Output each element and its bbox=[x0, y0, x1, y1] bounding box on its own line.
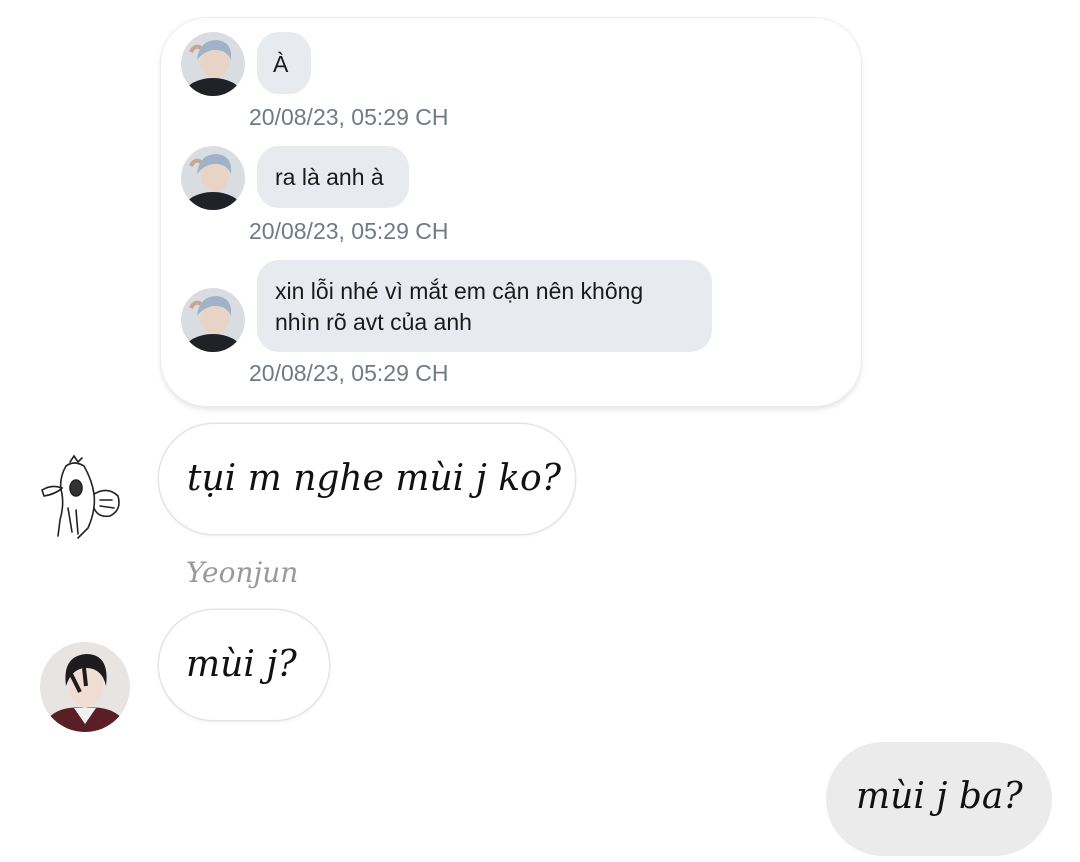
message-text: mùi j ba? bbox=[856, 776, 1023, 817]
quoted-message-bubble: xin lỗi nhé vì mắt em cận nên không nhìn… bbox=[257, 260, 712, 352]
avatar[interactable] bbox=[181, 32, 245, 96]
quoted-message-text: ra là anh à bbox=[275, 164, 384, 190]
message-text: mùi j? bbox=[186, 644, 297, 685]
sketch-avatar[interactable] bbox=[38, 450, 130, 542]
quoted-message-card: À 20/08/23, 05:29 CH ra là anh à 20/08/2… bbox=[161, 18, 861, 406]
quoted-message-text-line: xin lỗi nhé vì mắt em cận nên không bbox=[275, 278, 644, 304]
avatar[interactable] bbox=[181, 146, 245, 210]
quoted-message-bubble: ra là anh à bbox=[257, 146, 409, 208]
timestamp: 20/08/23, 05:29 CH bbox=[249, 104, 449, 130]
sender-name[interactable]: Yeonjun bbox=[186, 556, 298, 589]
quoted-message-text: À bbox=[273, 51, 289, 77]
avatar[interactable] bbox=[40, 642, 130, 732]
quoted-message-bubble: À bbox=[257, 32, 311, 94]
message-bubble: tụi m nghe mùi j ko? bbox=[159, 424, 575, 534]
timestamp: 20/08/23, 05:29 CH bbox=[249, 218, 449, 244]
quoted-message-text-line: nhìn rõ avt của anh bbox=[275, 309, 472, 335]
timestamp: 20/08/23, 05:29 CH bbox=[249, 360, 449, 386]
outgoing-message-bubble: mùi j ba? bbox=[826, 742, 1052, 856]
message-text: tụi m nghe mùi j ko? bbox=[187, 458, 562, 499]
message-bubble: mùi j? bbox=[159, 610, 329, 720]
avatar[interactable] bbox=[181, 288, 245, 352]
